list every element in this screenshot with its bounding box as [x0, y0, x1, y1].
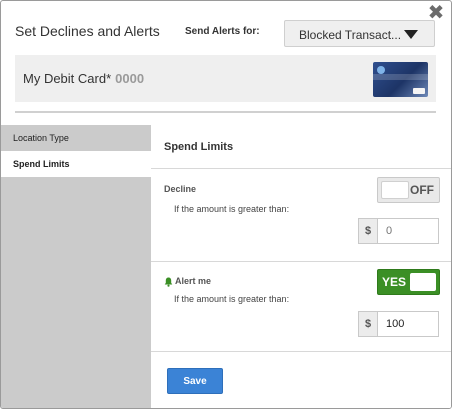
visa-logo-icon [413, 88, 425, 94]
section-title: Spend Limits [164, 141, 234, 153]
alerts-dialog: ✖ Set Declines and Alerts Send Alerts fo… [0, 0, 452, 409]
sidebar: Location Type Spend Limits [1, 125, 151, 408]
divider [151, 168, 451, 169]
toggle-state-text: YES [382, 275, 407, 289]
spend-limits-panel: Spend Limits Decline If the amount is gr… [151, 125, 451, 408]
sidebar-item-spend-limits[interactable]: Spend Limits [1, 151, 151, 177]
bell-icon [164, 277, 173, 287]
decline-toggle[interactable]: OFF [377, 177, 440, 203]
debit-card-image [373, 62, 428, 97]
toggle-knob [410, 273, 436, 291]
alert-toggle[interactable]: YES [377, 269, 440, 295]
currency-symbol: $ [359, 312, 378, 336]
decline-label: Decline [164, 184, 197, 194]
divider [15, 111, 436, 113]
card-name-line: My Debit Card* 0000 [23, 71, 144, 86]
dropdown-selected-value: Blocked Transact... [299, 28, 402, 42]
divider [151, 261, 451, 262]
toggle-state-text: OFF [410, 183, 434, 197]
sidebar-item-location-type[interactable]: Location Type [1, 125, 151, 151]
decline-amount-field[interactable]: $ [358, 218, 439, 244]
alert-description: If the amount is greater than: [174, 294, 290, 304]
alert-type-dropdown[interactable]: Blocked Transact... [284, 20, 435, 47]
decline-amount-input[interactable] [379, 219, 437, 243]
bank-logo-icon [377, 66, 385, 74]
dialog-title: Set Declines and Alerts [15, 23, 160, 39]
alert-amount-input[interactable] [379, 312, 437, 336]
caret-down-icon [404, 30, 418, 39]
alert-amount-field[interactable]: $ [358, 311, 439, 337]
send-alerts-label: Send Alerts for: [185, 26, 260, 37]
card-number: 0000 [115, 71, 145, 86]
card-name: My Debit Card* [23, 71, 112, 86]
save-button[interactable]: Save [167, 368, 223, 394]
divider [151, 351, 451, 352]
currency-symbol: $ [359, 219, 378, 243]
selected-card: My Debit Card* 0000 [15, 55, 436, 102]
toggle-knob [381, 181, 409, 199]
decline-description: If the amount is greater than: [174, 204, 290, 214]
alert-me-label: Alert me [175, 276, 212, 286]
